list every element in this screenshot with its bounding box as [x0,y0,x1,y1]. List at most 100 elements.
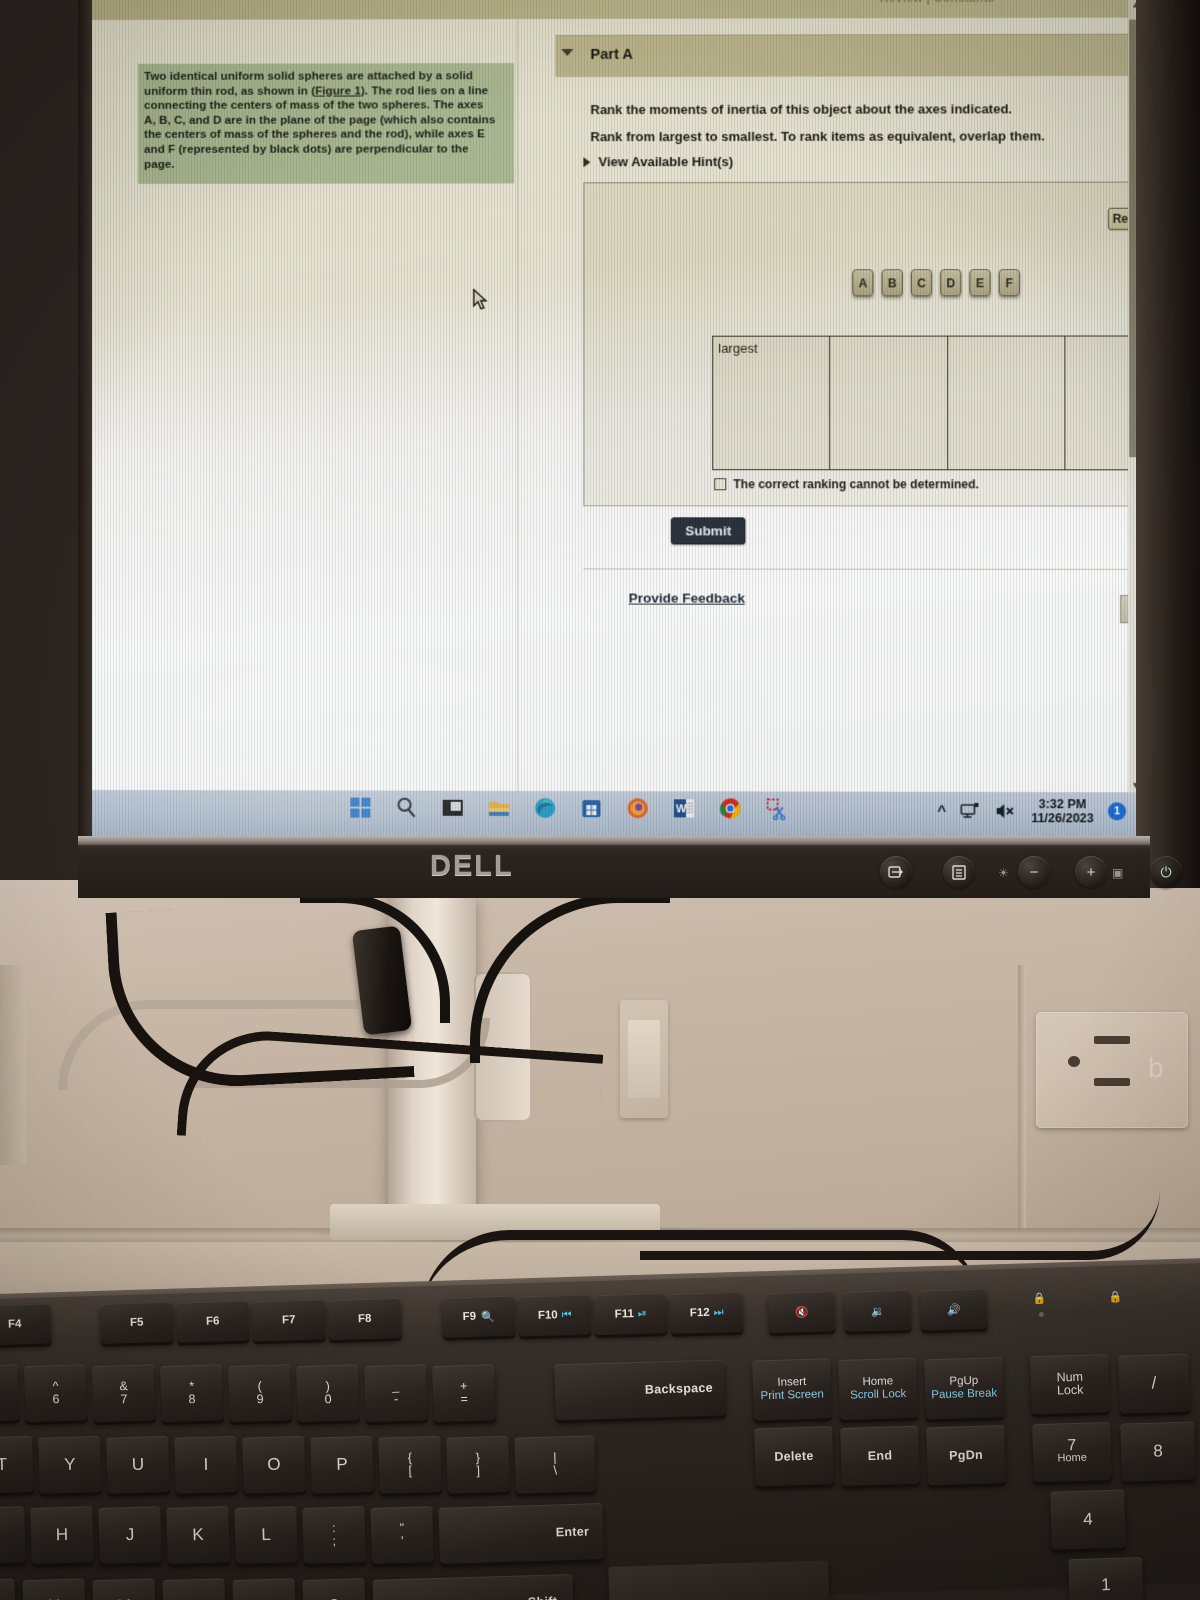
key-t[interactable]: T [0,1435,34,1494]
key-f8[interactable]: F8 [328,1297,402,1341]
key-0[interactable]: ) 0 [296,1364,360,1423]
key-pgdn[interactable]: PgDn [926,1425,1006,1486]
key-slash[interactable]: ? [302,1578,367,1600]
key-numpad-4[interactable]: 4 [1050,1489,1126,1550]
key-spacebar[interactable] [608,1560,830,1600]
token-b[interactable]: B [881,269,903,297]
key-quote[interactable]: " ' [370,1506,434,1564]
key-o[interactable]: O [242,1435,306,1494]
scroll-up-arrow-icon[interactable]: ▲ [1131,0,1136,10]
part-a-header[interactable] [555,33,1136,78]
key-b[interactable]: B [0,1578,16,1600]
key-g[interactable]: G [0,1506,26,1565]
key-insert-printscreen[interactable]: Insert Print Screen [752,1358,832,1421]
page-scrollbar-thumb[interactable] [1129,19,1136,458]
key-bracket-left[interactable]: { [ [378,1435,442,1494]
cannot-determine-checkbox[interactable] [714,478,727,491]
key-end[interactable]: End [840,1425,920,1486]
token-a[interactable]: A [852,269,874,297]
search-icon[interactable] [395,796,419,820]
key-5[interactable]: % 5 [0,1364,20,1423]
token-e[interactable]: E [969,269,991,297]
key-p[interactable]: P [310,1435,374,1494]
key-numpad-8[interactable]: 8 [1120,1421,1196,1482]
keyboard[interactable]: F4 F5 F6 F7 F8 F9 🔍 F10 ⏮ F11 ⏯ F12 ⏭ 🔇 … [0,1262,1200,1600]
key-minus[interactable]: _ - [364,1364,428,1423]
key-backspace[interactable]: Backspace [554,1359,726,1421]
token-c[interactable]: C [910,269,933,297]
key-f7[interactable]: F7 [252,1299,326,1342]
view-hints-toggle[interactable]: View Available Hint(s) [583,154,733,169]
key-mute[interactable]: 🔇 [768,1291,836,1334]
microsoft-store-icon[interactable] [579,796,603,820]
key-m[interactable]: M [92,1578,156,1600]
key-n[interactable]: N [22,1578,86,1600]
key-f10[interactable]: F10 ⏮ [518,1294,592,1337]
tray-chevron-icon[interactable]: ^ [937,802,946,819]
key-f9[interactable]: F9 🔍 [442,1295,516,1338]
key-volume-down[interactable]: 🔉 [844,1289,912,1332]
increase-button[interactable]: + [1075,856,1107,888]
rank-slot-1[interactable]: largest [713,336,831,470]
firefox-icon[interactable] [626,796,650,820]
key-backslash[interactable]: | \ [514,1435,596,1494]
key-f12[interactable]: F12 ⏭ [670,1291,744,1334]
decrease-button[interactable]: − [1018,856,1050,888]
key-k[interactable]: K [166,1506,230,1564]
token-f[interactable]: F [998,269,1020,297]
key-comma[interactable]: < [162,1578,226,1600]
key-numpad-1[interactable]: 1 [1068,1557,1144,1600]
cannot-determine-row[interactable]: The correct ranking cannot be determined… [714,477,979,491]
input-source-button[interactable] [880,856,912,888]
word-icon[interactable]: W [672,796,696,820]
rank-slot-3[interactable] [947,336,1066,470]
power-button[interactable]: ⏻ [1150,856,1182,888]
key-f11[interactable]: F11 ⏯ [594,1293,668,1336]
start-icon[interactable] [348,796,372,820]
review-constants-link[interactable]: Review | Constants [880,0,995,5]
key-f6[interactable]: F6 [176,1300,250,1343]
key-equals[interactable]: + = [432,1364,496,1422]
taskbar-clock[interactable]: 3:32 PM 11/26/2023 [1031,797,1094,825]
key-semicolon[interactable]: : ; [302,1506,366,1564]
snipping-tool-icon[interactable] [765,796,789,820]
key-numlock[interactable]: Num Lock [1030,1353,1110,1415]
key-9[interactable]: ( 9 [228,1364,292,1423]
rank-slot-4[interactable]: smallest [1065,336,1136,469]
key-delete[interactable]: Delete [754,1426,834,1487]
key-f4[interactable]: F4 [0,1303,52,1346]
key-6[interactable]: ^ 6 [23,1364,88,1423]
key-l[interactable]: L [234,1506,298,1564]
key-bracket-right[interactable]: } ] [446,1435,510,1494]
key-enter[interactable]: Enter [438,1503,604,1564]
key-numpad-7[interactable]: 7 Home [1032,1421,1112,1483]
key-home-scrolllock[interactable]: Home Scroll Lock [838,1357,918,1420]
key-shift-right[interactable]: Shift [372,1573,574,1600]
file-explorer-icon[interactable] [487,796,511,820]
key-i[interactable]: I [174,1435,238,1494]
key-j[interactable]: J [98,1506,162,1564]
chrome-icon[interactable] [718,796,742,820]
key-period[interactable]: > [232,1578,297,1600]
key-f5[interactable]: F5 [100,1301,174,1344]
submit-button[interactable]: Submit [670,517,746,545]
task-view-icon[interactable] [441,796,465,820]
volume-muted-icon[interactable] [995,802,1017,820]
rank-slot-2[interactable] [830,336,948,470]
notification-badge[interactable]: 1 [1107,802,1127,821]
key-numpad-divide[interactable]: / [1118,1353,1190,1414]
key-y[interactable]: Y [38,1435,102,1494]
key-volume-up[interactable]: 🔊 [920,1288,988,1331]
scroll-down-arrow-icon[interactable]: ▼ [1131,780,1136,790]
key-u[interactable]: U [106,1435,170,1494]
key-7[interactable]: & 7 [92,1364,156,1423]
key-h[interactable]: H [30,1506,94,1564]
provide-feedback-link[interactable]: Provide Feedback [629,591,745,606]
page-scrollbar-track[interactable]: ▲ ▼ [1128,0,1136,793]
collapse-caret-icon[interactable] [561,48,574,57]
token-d[interactable]: D [940,269,962,297]
menu-button[interactable] [943,856,975,888]
key-pgup-pausebreak[interactable]: PgUp Pause Break [924,1357,1004,1420]
network-icon[interactable] [960,802,980,820]
figure-1-link[interactable]: Figure 1 [315,84,361,97]
